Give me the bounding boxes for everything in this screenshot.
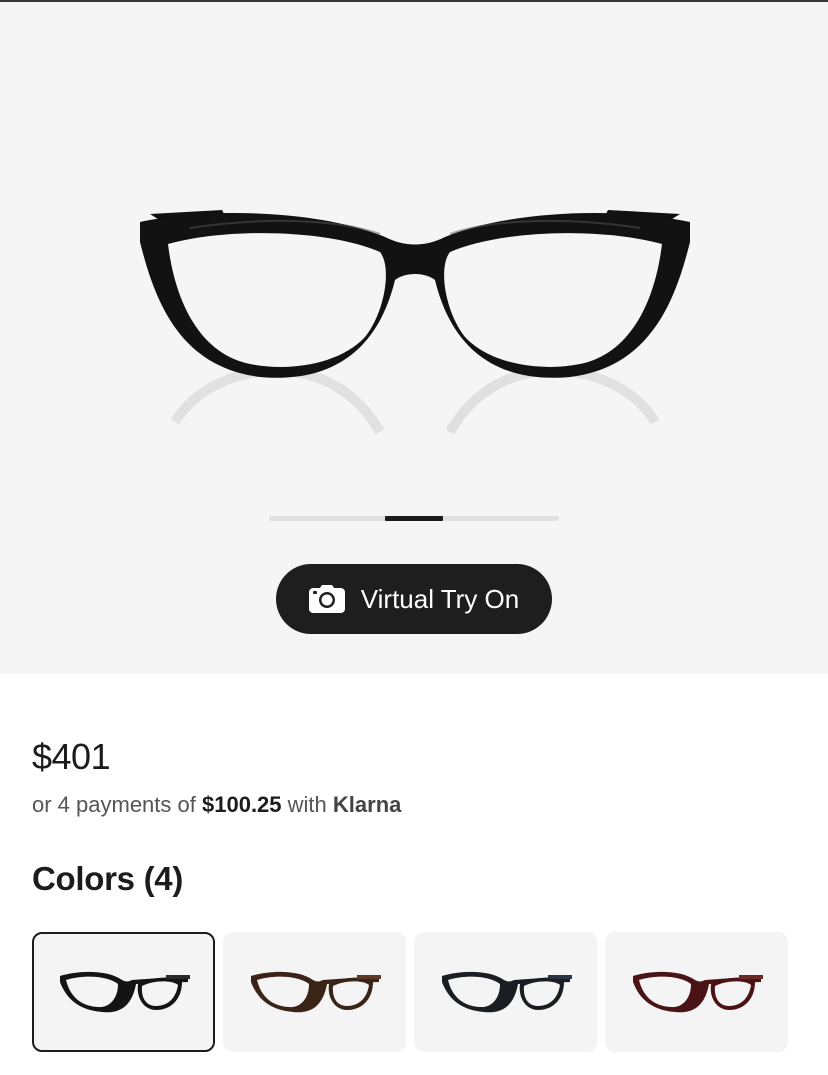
carousel-active-thumb (385, 516, 443, 521)
eyeglasses-thumbnail-icon (441, 971, 572, 1013)
black-frame-swatch[interactable] (32, 932, 215, 1052)
eyeglasses-thumbnail-icon (250, 971, 381, 1013)
black-blue-frame-swatch[interactable] (414, 932, 597, 1052)
virtual-try-on-button[interactable]: Virtual Try On (276, 564, 552, 634)
virtual-try-on-label: Virtual Try On (360, 583, 520, 614)
product-price: $401 (32, 736, 111, 777)
carousel-indicator[interactable] (269, 516, 559, 521)
eyeglasses-thumbnail-icon (632, 971, 763, 1013)
tortoise-frame-swatch[interactable] (223, 932, 406, 1052)
camera-icon (308, 585, 345, 613)
burgundy-frame-swatch[interactable] (605, 932, 788, 1052)
installment-prefix: or 4 payments of (32, 792, 196, 817)
installment-amount: $100.25 (202, 792, 282, 817)
klarna-installment-text[interactable]: or 4 payments of $100.25 with Klarna (32, 792, 401, 818)
color-swatch-list (32, 932, 792, 1052)
product-image (140, 210, 690, 435)
klarna-logo-text[interactable]: Klarna (333, 792, 401, 817)
installment-mid: with (287, 792, 327, 817)
eyeglasses-thumbnail-icon (59, 971, 190, 1013)
colors-heading: Colors (4) (32, 860, 184, 897)
product-image-gallery[interactable]: Virtual Try On (0, 2, 828, 674)
